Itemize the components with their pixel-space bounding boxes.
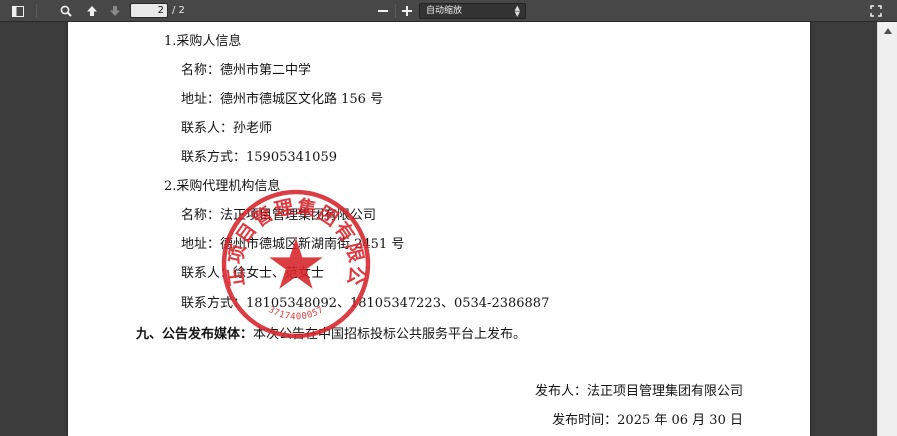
sidebar-toggle-icon[interactable] bbox=[8, 0, 28, 22]
company-seal: 法正项目管理集团有限公司 3717400057 bbox=[218, 186, 371, 339]
purchaser-address: 地址：德州市德城区文化路 156 号 bbox=[181, 92, 384, 107]
fullscreen-icon[interactable] bbox=[866, 0, 886, 22]
publisher-line: 发布人：法正项目管理集团有限公司 bbox=[534, 384, 743, 399]
zoom-select-value: 自动缩放 bbox=[426, 6, 463, 16]
next-page-icon[interactable] bbox=[105, 0, 125, 22]
previous-page-icon[interactable] bbox=[82, 0, 102, 22]
page-number-input[interactable]: 2 bbox=[130, 3, 168, 18]
toolbar-separator bbox=[36, 4, 37, 18]
scroll-up-icon[interactable] bbox=[878, 22, 897, 40]
zoom-in-icon[interactable] bbox=[397, 0, 417, 22]
purchaser-phone: 联系方式：15905341059 bbox=[181, 150, 337, 165]
svg-text:3717400057: 3717400057 bbox=[266, 305, 325, 322]
toolbar-separator bbox=[395, 4, 396, 18]
purchaser-heading: 1.采购人信息 bbox=[164, 34, 242, 49]
seal-code-text: 3717400057 bbox=[266, 305, 325, 322]
pdf-page: 1.采购人信息 名称：德州市第二中学 地址：德州市德城区文化路 156 号 联系… bbox=[68, 22, 810, 436]
vertical-scrollbar[interactable] bbox=[877, 22, 897, 436]
zoom-select[interactable]: 自动缩放 ▲ ▼ bbox=[419, 3, 526, 19]
pdf-toolbar: 2 / 2 自动缩放 ▲ ▼ bbox=[0, 0, 897, 22]
page-total-label: / 2 bbox=[172, 5, 185, 16]
zoom-out-icon[interactable] bbox=[373, 0, 393, 22]
purchaser-name: 名称：德州市第二中学 bbox=[181, 63, 312, 78]
publish-date-line: 发布时间：2025 年 06 月 30 日 bbox=[552, 413, 743, 428]
chevron-updown-icon: ▲ ▼ bbox=[514, 4, 520, 18]
search-icon[interactable] bbox=[56, 0, 76, 22]
document-viewer[interactable]: 1.采购人信息 名称：德州市第二中学 地址：德州市德城区文化路 156 号 联系… bbox=[0, 22, 877, 436]
purchaser-contact: 联系人：孙老师 bbox=[181, 121, 273, 136]
